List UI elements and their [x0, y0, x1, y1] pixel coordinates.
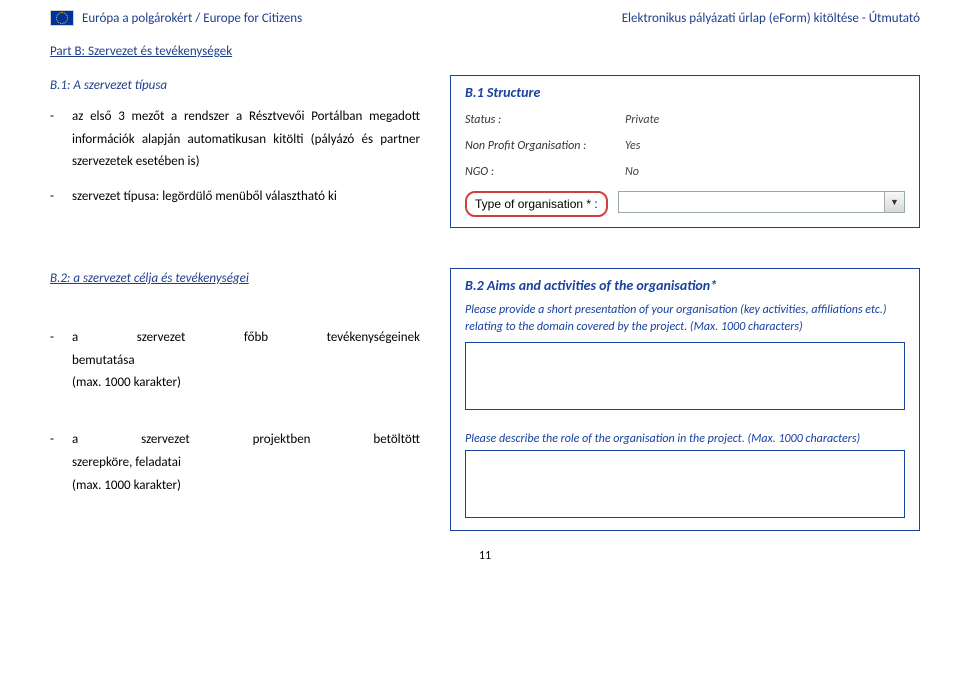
- b2b1l3: (max. 1000 karakter): [72, 372, 420, 395]
- chevron-down-icon[interactable]: ▼: [884, 192, 904, 212]
- b2b2l3: (max. 1000 karakter): [72, 475, 420, 498]
- part-b-title: Part B: Szervezet és tevékenységek: [50, 44, 920, 59]
- panel2-desc2: Please describe the role of the organisa…: [465, 432, 905, 446]
- b2b2w0: a: [72, 429, 78, 452]
- panel1-title: B.1 Structure: [465, 84, 905, 101]
- nonprofit-label: Non Profit Organisation :: [465, 139, 625, 153]
- b2-bullet2: a szervezet projektben betöltött szerepk…: [72, 429, 420, 497]
- panel2-desc1: Please provide a short presentation of y…: [465, 302, 905, 336]
- b2b1w3: tevékenységeinek: [327, 327, 420, 350]
- org-type-label: Type of organisation * :: [465, 191, 608, 217]
- b1-title: B.1: A szervezet típusa: [50, 75, 420, 98]
- b2b1w1: szervezet: [137, 327, 186, 350]
- header-left-text: Európa a polgárokért / Europe for Citize…: [82, 11, 302, 26]
- header-right-text: Elektronikus pályázati űrlap (eForm) kit…: [622, 11, 920, 26]
- nonprofit-row: Non Profit Organisation : Yes: [465, 133, 905, 159]
- eu-flag-icon: [50, 10, 74, 26]
- aims-panel: B.2 Aims and activities of the organisat…: [450, 268, 920, 531]
- bullet-dash: -: [50, 106, 72, 129]
- b2b2l2: szerepköre, feladatai: [72, 452, 420, 475]
- b2-title: B.2: a szervezet célja és tevékenységei: [50, 268, 420, 291]
- org-presentation-textarea[interactable]: [465, 342, 905, 410]
- status-label: Status :: [465, 113, 625, 127]
- bullet-dash: -: [50, 327, 72, 350]
- nonprofit-value: Yes: [625, 139, 640, 153]
- b2b2w1: szervezet: [141, 429, 190, 452]
- page-header: Európa a polgárokért / Europe for Citize…: [50, 10, 920, 26]
- b1-bullet1-text: az első 3 mezőt a rendszer a Résztvevői …: [72, 106, 420, 174]
- ngo-label: NGO :: [465, 165, 625, 179]
- b2b1w2: főbb: [244, 327, 268, 350]
- structure-panel: B.1 Structure Status : Private Non Profi…: [450, 75, 920, 228]
- org-role-textarea[interactable]: [465, 450, 905, 518]
- b2b2w3: betöltött: [373, 429, 420, 452]
- status-value: Private: [625, 113, 659, 127]
- ngo-value: No: [625, 165, 639, 179]
- org-type-select[interactable]: ▼: [618, 191, 905, 213]
- status-row: Status : Private: [465, 107, 905, 133]
- b1-bullet2-text: szervezet típusa: legördülő menüből vála…: [72, 186, 420, 209]
- b2b1w0: a: [72, 327, 78, 350]
- panel2-title: B.2 Aims and activities of the organisat…: [465, 277, 905, 294]
- b2b1l2: bemutatása: [72, 350, 420, 373]
- ngo-row: NGO : No: [465, 159, 905, 185]
- b2-bullet1: a szervezet főbb tevékenységeinek bemuta…: [72, 327, 420, 395]
- page-number: 11: [50, 549, 920, 563]
- org-type-select-field[interactable]: [619, 192, 884, 212]
- bullet-dash: -: [50, 429, 72, 452]
- bullet-dash: -: [50, 186, 72, 209]
- b2b2w2: projektben: [253, 429, 311, 452]
